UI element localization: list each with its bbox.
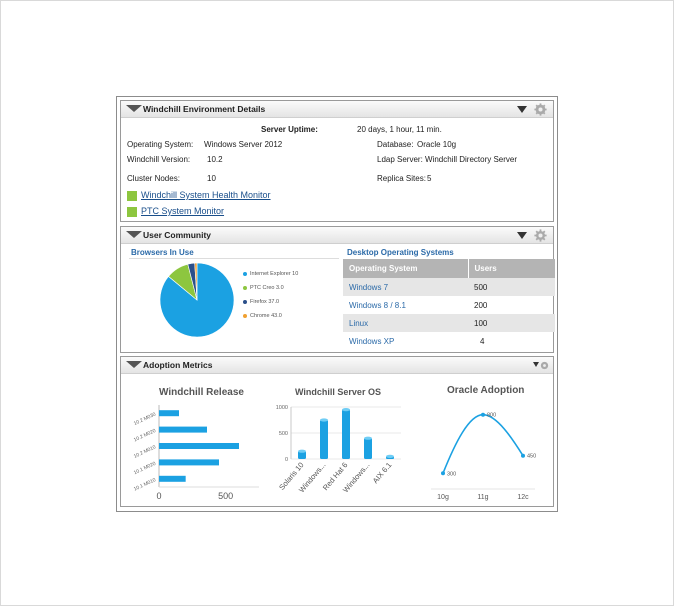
- legend-item: Internet Explorer 10: [243, 271, 298, 277]
- data-point: [481, 412, 485, 417]
- panel-header: User Community: [121, 227, 553, 244]
- gear-icon[interactable]: [540, 361, 549, 370]
- panel-toggle-icon[interactable]: [126, 231, 142, 238]
- column-header[interactable]: Users: [467, 259, 555, 278]
- data-label: 300: [447, 471, 456, 477]
- ldap-value: Windchill Directory Server: [425, 155, 518, 164]
- tick-label: 12c: [517, 494, 529, 501]
- tick-label: 1000: [276, 405, 288, 411]
- bar: [159, 475, 186, 482]
- panel-title: Windchill Environment Details: [143, 104, 266, 114]
- server-os-chart-title: Windchill Server OS: [295, 387, 381, 397]
- panel-header: Adoption Metrics: [121, 357, 553, 374]
- bar-top: [298, 449, 306, 453]
- panel-header: Windchill Environment Details: [121, 101, 553, 118]
- category-label: 10.2 M030: [133, 411, 157, 427]
- table-header-row: Operating System Users: [343, 259, 555, 278]
- tick-label: 0: [156, 491, 161, 501]
- column-header[interactable]: Operating System: [343, 259, 468, 278]
- nodes-value: 10: [207, 174, 216, 183]
- category-label: 10.2 M020: [133, 428, 157, 444]
- tick-label: 500: [279, 431, 288, 437]
- category-label: 10.2 M010: [133, 444, 157, 460]
- community-panel: User Community Browsers In Use Internet …: [120, 226, 555, 353]
- tick-label: 500: [218, 491, 233, 501]
- uptime-label: Server Uptime:: [261, 125, 318, 134]
- table-row[interactable]: Linux 100: [343, 314, 555, 332]
- ldap-label: Ldap Server:: [377, 155, 423, 164]
- dropdown-arrow-icon[interactable]: [517, 106, 527, 113]
- environment-panel: Windchill Environment Details Server Upt…: [120, 100, 554, 222]
- bar: [320, 420, 328, 459]
- bar: [159, 443, 239, 449]
- uptime-value: 20 days, 1 hour, 11 min.: [357, 125, 442, 134]
- version-label: Windchill Version:: [127, 155, 191, 164]
- bar-top: [364, 436, 372, 440]
- series-line: [442, 413, 524, 474]
- status-square-icon: [127, 191, 137, 201]
- browsers-pie-chart: [159, 262, 235, 338]
- db-label: Database:: [377, 140, 414, 149]
- nodes-label: Cluster Nodes:: [127, 174, 180, 183]
- category-label: 10.1 M010: [133, 477, 157, 493]
- release-bar-chart: 10.2 M03010.2 M02010.2 M01010.1 M02010.1…: [133, 405, 259, 501]
- legend-item: PTC Creo 3.0: [243, 285, 284, 291]
- dashboard: Windchill Environment Details Server Upt…: [116, 96, 558, 512]
- os-value: Windows Server 2012: [204, 140, 283, 149]
- table-row[interactable]: Windows XP 4: [343, 332, 555, 350]
- bar: [159, 459, 219, 466]
- health-monitor-link[interactable]: Windchill System Health Monitor: [141, 190, 271, 200]
- replica-value: 5: [427, 174, 432, 183]
- replica-label: Replica Sites:: [377, 174, 426, 183]
- tick-label: 10g: [437, 494, 449, 501]
- bar-top: [320, 418, 328, 422]
- panel-title: Adoption Metrics: [143, 360, 213, 370]
- gear-icon[interactable]: [534, 103, 547, 116]
- oracle-line-chart: 300 10g 800 11g 450 12c: [431, 412, 536, 501]
- tick-label: 11g: [477, 494, 488, 501]
- os-table: Operating System Users Windows 7 500 Wind…: [343, 259, 555, 350]
- bar-top: [386, 454, 394, 458]
- data-point: [521, 453, 525, 458]
- version-value: 10.2: [207, 155, 223, 164]
- dropdown-arrow-icon[interactable]: [517, 232, 527, 239]
- os-table-title: Desktop Operating Systems: [347, 248, 454, 257]
- bar: [159, 410, 179, 417]
- release-chart-title: Windchill Release: [159, 387, 244, 398]
- adoption-panel: Adoption Metrics Windchill Release 10.2 …: [120, 356, 554, 507]
- legend-item: Chrome 43.0: [243, 313, 282, 319]
- bar: [159, 426, 207, 433]
- bar: [342, 409, 350, 459]
- legend-item: Firefox 37.0: [243, 299, 279, 305]
- gear-icon[interactable]: [534, 229, 547, 242]
- server-os-bar-chart: 05001000Solaris 10Windows...Red Hat 6Win…: [276, 405, 401, 494]
- bar: [364, 438, 372, 459]
- table-row[interactable]: Windows 7 500: [343, 278, 555, 296]
- data-point: [441, 471, 445, 476]
- os-label: Operating System:: [127, 140, 194, 149]
- category-label: 10.1 M020: [133, 461, 157, 477]
- db-value: Oracle 10g: [417, 140, 457, 149]
- table-row[interactable]: Windows 8 / 8.1 200: [343, 296, 555, 314]
- dropdown-arrow-icon[interactable]: [533, 362, 539, 367]
- data-label: 800: [487, 413, 496, 419]
- status-square-icon: [127, 207, 137, 217]
- oracle-chart-title: Oracle Adoption: [447, 385, 525, 396]
- system-monitor-link[interactable]: PTC System Monitor: [141, 206, 224, 216]
- category-label: AIX 6.1: [371, 461, 394, 486]
- panel-toggle-icon[interactable]: [126, 361, 142, 368]
- tick-label: 0: [285, 457, 288, 463]
- data-label: 450: [527, 454, 536, 460]
- divider: [129, 258, 339, 259]
- panel-toggle-icon[interactable]: [126, 105, 142, 112]
- bar-top: [342, 408, 350, 412]
- panel-title: User Community: [143, 230, 212, 240]
- browsers-title: Browsers In Use: [131, 248, 194, 257]
